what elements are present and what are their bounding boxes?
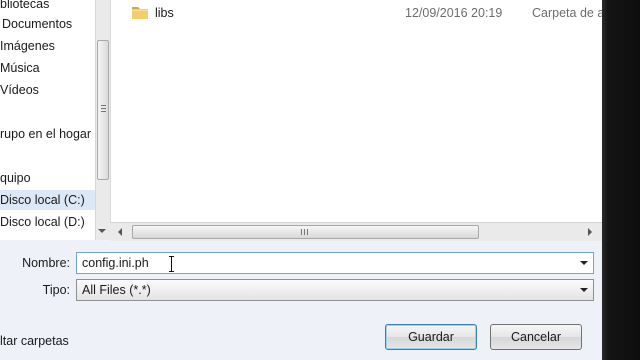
filename-label: Nombre: <box>22 256 70 270</box>
grip-line <box>101 108 106 109</box>
navigation-pane: bliotecas Documentos Imágenes Música Víd… <box>0 0 95 240</box>
save-button[interactable]: Guardar <box>385 324 477 350</box>
window-frame-edge <box>602 0 640 360</box>
grip-line <box>301 229 302 235</box>
file-name: libs <box>155 6 174 20</box>
nav-vertical-scrollbar[interactable] <box>95 0 111 240</box>
chevron-down-icon[interactable] <box>580 261 588 265</box>
cancel-button[interactable]: Cancelar <box>490 324 582 350</box>
nav-item-label: quipo <box>0 171 31 185</box>
filetype-select[interactable]: All Files (*.*) <box>76 279 594 301</box>
nav-item-label: Música <box>0 61 40 75</box>
filetype-label: Tipo: <box>42 283 70 297</box>
nav-item-label: Documentos <box>2 17 73 31</box>
filetype-value: All Files (*.*) <box>82 283 151 297</box>
filename-value: config.ini.ph <box>82 256 149 270</box>
nav-item-label: rupo en el hogar <box>0 127 92 141</box>
nav-item-music[interactable]: Música <box>0 58 40 78</box>
filename-input[interactable]: config.ini.ph <box>76 252 594 274</box>
grip-line <box>101 111 106 112</box>
nav-item-disk-d[interactable]: Disco local (D:) <box>0 212 85 232</box>
grip-line <box>307 229 308 235</box>
file-type: Carpeta de a <box>532 6 605 20</box>
horizontal-scroll-thumb[interactable] <box>132 225 479 239</box>
horizontal-scrollbar[interactable] <box>110 222 602 241</box>
nav-item-label: bliotecas <box>0 0 50 11</box>
nav-item-documents[interactable]: Documentos <box>2 14 72 34</box>
scroll-left-arrow-icon[interactable] <box>118 228 122 236</box>
nav-item-label: Imágenes <box>0 39 55 53</box>
scroll-right-arrow-icon[interactable] <box>588 228 592 236</box>
grip-line <box>101 105 106 106</box>
nav-item-computer[interactable]: quipo <box>0 168 31 188</box>
save-dialog: bliotecas Documentos Imágenes Música Víd… <box>0 0 604 360</box>
file-date: 12/09/2016 20:19 <box>405 6 503 20</box>
nav-item-label: Disco local (C:) <box>0 193 85 207</box>
nav-item-images[interactable]: Imágenes <box>0 36 55 56</box>
nav-item-videos[interactable]: Vídeos <box>0 80 39 100</box>
nav-item-homegroup[interactable]: rupo en el hogar <box>0 124 91 144</box>
chevron-down-icon <box>580 288 588 292</box>
file-row[interactable]: libs 12/09/2016 20:19 Carpeta de a <box>129 3 609 23</box>
hide-folders-toggle[interactable]: ltar carpetas <box>0 331 69 351</box>
file-list: libs 12/09/2016 20:19 Carpeta de a <box>110 0 604 222</box>
nav-item-label: Vídeos <box>0 83 39 97</box>
folder-icon <box>132 7 148 19</box>
scroll-down-arrow-icon[interactable] <box>98 229 106 233</box>
nav-item-libraries[interactable]: bliotecas <box>0 0 49 14</box>
grip-line <box>304 229 305 235</box>
nav-scroll-thumb[interactable] <box>97 40 109 180</box>
nav-item-label: Disco local (D:) <box>0 215 85 229</box>
text-cursor-icon <box>169 256 174 272</box>
nav-item-disk-c[interactable]: Disco local (C:) <box>0 190 95 210</box>
